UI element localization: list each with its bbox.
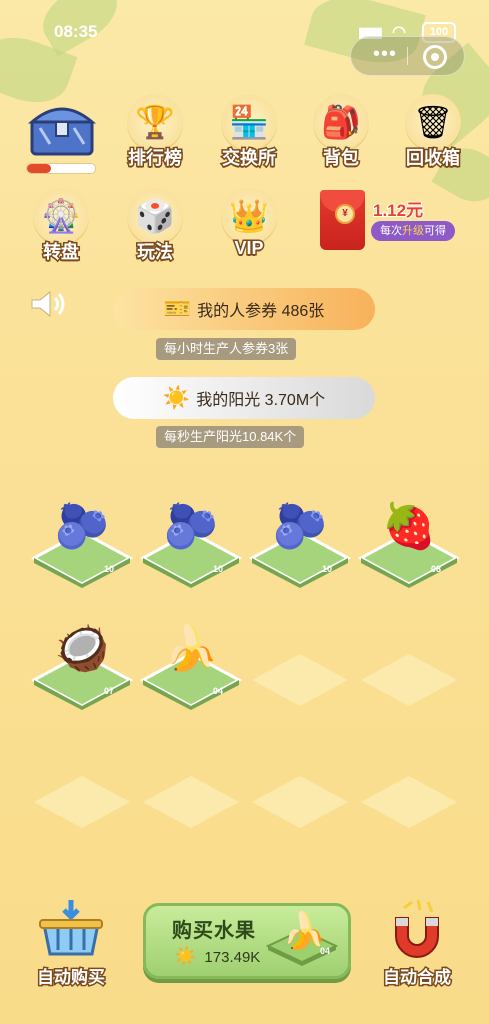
wheel-label: 转盘 [42, 241, 81, 264]
auto-buy-button[interactable]: 自动购买 [30, 898, 112, 989]
auto-merge-button[interactable]: 自动合成 [376, 898, 458, 989]
red-packet-coin: ¥ [335, 204, 355, 224]
dragon-fruit-icon: 🍓 [381, 502, 437, 551]
tickets-text: 我的人参券 486张 [197, 303, 325, 320]
buy-price-value: 173.49K [204, 949, 261, 966]
empty-tile[interactable] [357, 772, 461, 832]
more-icon[interactable]: ••• [373, 43, 397, 66]
auto-buy-label: 自动购买 [36, 967, 107, 989]
fruit-level: 10 [322, 564, 333, 574]
chest-progress-fill [27, 164, 51, 173]
leaderboard-button[interactable]: 🏆 排行榜 [120, 94, 190, 170]
tile-base [143, 776, 239, 828]
vip-button[interactable]: 👑 VIP [214, 188, 284, 260]
auto-merge-label: 自动合成 [382, 967, 453, 989]
empty-tile[interactable] [30, 772, 134, 832]
tile-base [34, 776, 130, 828]
note-pre: 每次 [380, 225, 402, 237]
tickets-rate: 每小时生产人参券3张 [156, 338, 297, 360]
exchange-label: 交换所 [221, 147, 278, 170]
fruit-tile[interactable]: 🍓 08 [357, 502, 461, 588]
recycle-bin-button[interactable]: 🗑 回收箱 [398, 94, 468, 170]
banana-icon: 🍌 [163, 624, 219, 673]
sunshine-text: 我的阳光 3.70M个 [196, 392, 326, 409]
fruit-level: 08 [431, 564, 442, 574]
tile-base [361, 776, 457, 828]
backpack-button[interactable]: 🎒 背包 [306, 94, 376, 170]
recycle-bin-label: 回收箱 [405, 147, 462, 170]
empty-tile[interactable] [139, 772, 243, 832]
buy-fruit-preview: 🍌 04 [264, 910, 340, 968]
red-packet-icon[interactable]: ¥ [320, 190, 365, 250]
chest-progress-bar [26, 163, 96, 174]
fruit-level: 10 [213, 564, 224, 574]
backpack-icon: 🎒 [313, 94, 369, 150]
ticket-icon: 🎫 [163, 296, 192, 321]
cube-icon: 🎲 [127, 188, 183, 244]
close-mini-program-icon[interactable] [423, 45, 447, 69]
gameplay-button[interactable]: 🎲 玩法 [120, 188, 190, 264]
tile-base [361, 654, 457, 706]
trash-bin-icon: 🗑 [405, 94, 461, 150]
tickets-pill: 🎫 我的人参券 486张 [113, 288, 375, 330]
status-time: 08:35 [54, 22, 98, 41]
wheel-icon: 🎡 [33, 188, 89, 244]
speaker-icon[interactable] [30, 290, 70, 318]
red-packet-amount[interactable]: 1.12元 [372, 196, 424, 221]
gameplay-label: 玩法 [136, 241, 175, 264]
buy-fruit-price: ☀️ 173.49K [174, 946, 260, 967]
buy-fruit-title: 购买水果 [172, 920, 256, 942]
empty-tile[interactable] [357, 650, 461, 710]
leaderboard-label: 排行榜 [127, 147, 184, 170]
fig-icon: 🫐 [54, 502, 110, 551]
capsule-divider [407, 47, 408, 65]
treasure-chest-icon[interactable] [26, 96, 98, 158]
tile-base [252, 776, 348, 828]
fruit-level: 10 [104, 564, 115, 574]
mini-program-capsule[interactable]: ••• [350, 36, 465, 76]
fruit-tile[interactable]: 🫐 10 [139, 502, 243, 588]
note-highlight: 升级 [402, 225, 424, 237]
fig-icon: 🫐 [163, 502, 219, 551]
fruit-level: 07 [104, 686, 115, 696]
buy-fruit-level: 04 [320, 946, 331, 956]
fruit-tile[interactable]: 🍌 04 [139, 624, 243, 710]
sunshine-pill: ☀️ 我的阳光 3.70M个 [113, 377, 375, 419]
sunshine-rate: 每秒生产阳光10.84K个 [156, 426, 305, 448]
shop-icon: 🏪 [221, 94, 277, 150]
empty-tile[interactable] [248, 772, 352, 832]
fruit-tile[interactable]: 🫐 10 [248, 502, 352, 588]
note-post: 可得 [424, 225, 446, 237]
red-packet-note[interactable]: 每次升级可得 [371, 221, 455, 241]
trophy-icon: 🏆 [127, 94, 183, 150]
fig-icon: 🫐 [272, 502, 328, 551]
sun-icon: ☀️ [174, 946, 197, 966]
fruit-level: 04 [213, 686, 224, 696]
crown-icon: 👑 [221, 188, 277, 244]
tile-base [252, 654, 348, 706]
coconut-icon: 🥥 [54, 624, 110, 673]
wheel-button[interactable]: 🎡 转盘 [26, 188, 96, 264]
sun-icon: ☀️ [162, 385, 191, 410]
exchange-button[interactable]: 🏪 交换所 [214, 94, 284, 170]
empty-tile[interactable] [248, 650, 352, 710]
vip-label: VIP [233, 237, 265, 260]
backpack-label: 背包 [322, 147, 361, 170]
fruit-tile[interactable]: 🥥 07 [30, 624, 134, 710]
buy-fruit-button[interactable]: 购买水果 ☀️ 173.49K 🍌 04 [143, 903, 351, 979]
basket-icon [39, 900, 103, 956]
fruit-tile[interactable]: 🫐 10 [30, 502, 134, 588]
magnet-icon [395, 899, 439, 958]
